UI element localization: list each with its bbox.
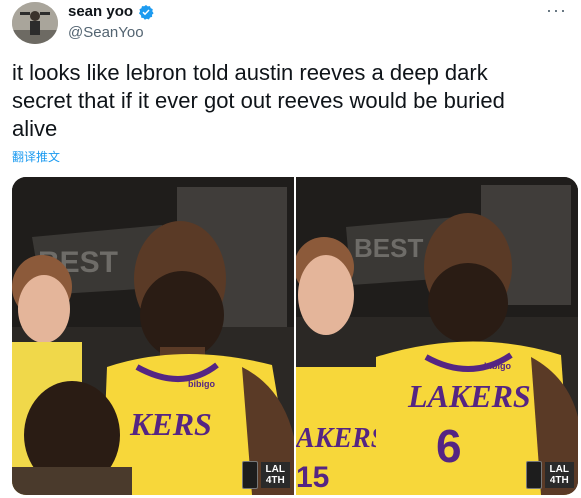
svg-text:bibigo: bibigo (484, 361, 511, 371)
more-icon[interactable]: ··· (546, 0, 567, 21)
verified-badge-icon (139, 5, 154, 20)
translate-link[interactable]: 翻译推文 (12, 148, 60, 165)
svg-text:bibigo: bibigo (188, 379, 215, 389)
svg-text:AKERS: AKERS (296, 423, 386, 454)
tweet-media[interactable]: BEST bibigo KERS LAL 4TH BEST AKERS 15 b… (12, 177, 578, 495)
tweet: sean yoo @SeanYoo ··· it looks like lebr… (0, 0, 581, 498)
scorebug: LAL 4TH (525, 461, 574, 489)
svg-text:15: 15 (296, 461, 329, 494)
svg-text:BEST: BEST (354, 233, 423, 263)
score-team: LAL (265, 464, 285, 475)
svg-text:LAKERS: LAKERS (407, 378, 531, 414)
right-photo: BEST AKERS 15 bibigo LAKERS 6 (296, 177, 578, 495)
display-name[interactable]: sean yoo (68, 2, 133, 22)
user-handle[interactable]: @SeanYoo (68, 23, 154, 43)
score-period: 4TH (549, 475, 569, 486)
svg-text:6: 6 (436, 420, 462, 472)
nba-logo-icon (525, 461, 542, 489)
scorebug: LAL 4TH (241, 461, 290, 489)
media-image-left[interactable]: BEST bibigo KERS LAL 4TH (12, 177, 294, 495)
tweet-header: sean yoo @SeanYoo (68, 2, 154, 43)
svg-text:KERS: KERS (129, 406, 212, 442)
tweet-text: it looks like lebron told austin reeves … (12, 60, 505, 141)
nba-logo-icon (241, 461, 258, 489)
media-image-right[interactable]: BEST AKERS 15 bibigo LAKERS 6 LAL 4TH (296, 177, 578, 495)
avatar[interactable] (12, 2, 58, 44)
score-period: 4TH (265, 475, 285, 486)
score-team: LAL (549, 464, 569, 475)
left-photo: BEST bibigo KERS (12, 177, 294, 495)
